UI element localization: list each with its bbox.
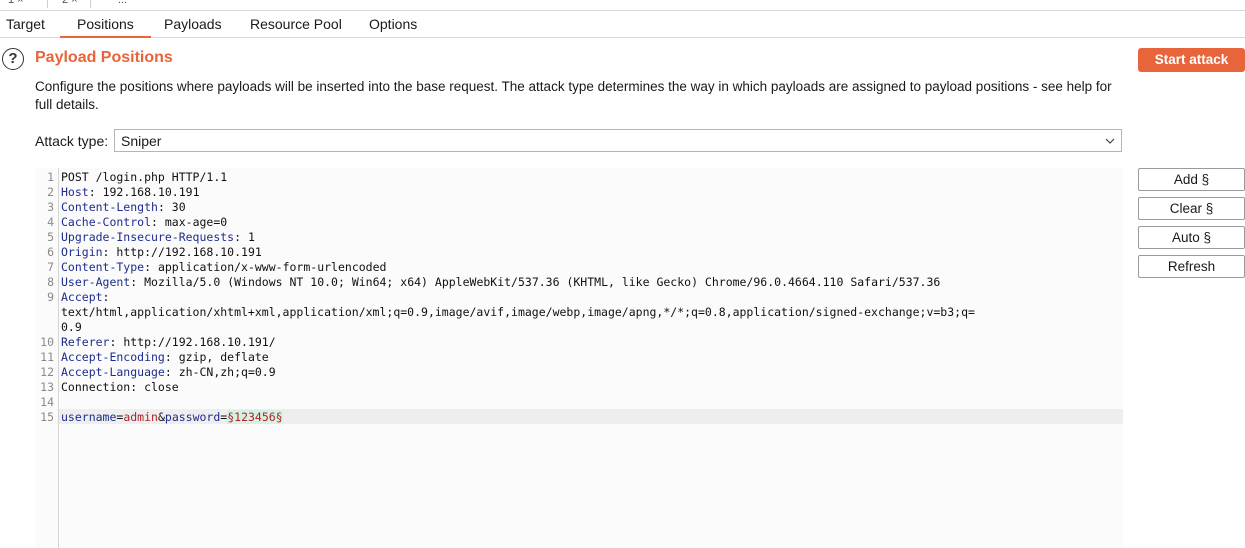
line-number: 2: [47, 185, 54, 199]
header-value: http://192.168.10.191/: [116, 335, 276, 349]
tab-options[interactable]: Options: [369, 11, 417, 37]
header-value: application/x-www-form-urlencoded: [151, 260, 387, 274]
header-key: Accept-Language: [61, 365, 165, 379]
header-key: Host: [61, 185, 89, 199]
header-line: Accept:: [61, 290, 110, 304]
attack-type-label: Attack type:: [35, 133, 109, 149]
line-number: 7: [47, 260, 54, 274]
header-value: 30: [164, 200, 186, 214]
header-key: User-Agent: [61, 275, 131, 289]
header-continuation: text/html,application/xhtml+xml,applicat…: [61, 305, 975, 319]
refresh-button[interactable]: Refresh: [1138, 255, 1245, 278]
line-number: 1: [47, 170, 54, 184]
start-attack-button[interactable]: Start attack: [1138, 48, 1245, 72]
header-key: Content-Length: [61, 200, 158, 214]
tab-positions[interactable]: Positions: [60, 11, 151, 38]
clear-marker-button[interactable]: Clear §: [1138, 197, 1245, 220]
header-line: Content-Type: application/x-www-form-url…: [61, 260, 387, 274]
line-number: 15: [40, 410, 54, 424]
param-separator: &: [157, 410, 165, 424]
tab-resource-pool[interactable]: Resource Pool: [250, 11, 342, 37]
param-value: admin: [123, 410, 158, 424]
auto-marker-button[interactable]: Auto §: [1138, 226, 1245, 249]
header-line: Origin: http://192.168.10.191: [61, 245, 262, 259]
header-line: Content-Length: 30: [61, 200, 186, 214]
header-key: Upgrade-Insecure-Requests: [61, 230, 235, 244]
header-line: Cache-Control: max-age=0: [61, 215, 228, 229]
param-key: username: [61, 410, 117, 424]
payload-marker[interactable]: §123456§: [227, 410, 283, 424]
header-value: zh-CN,zh;q=0.9: [171, 365, 276, 379]
header-line: User-Agent: Mozilla/5.0 (Windows NT 10.0…: [61, 275, 941, 289]
line-number: 4: [47, 215, 54, 229]
line-number: 5: [47, 230, 54, 244]
section-title: Payload Positions: [35, 49, 173, 66]
line-number: 6: [47, 245, 54, 259]
tab-target[interactable]: Target: [6, 11, 45, 37]
line-number-gutter: 1 2 3 4 5 6 7 8 9 10 11 12 13 14 15: [35, 168, 59, 548]
header-key: Content-Type: [61, 260, 145, 274]
header-line: Accept-Language: zh-CN,zh;q=0.9: [61, 365, 276, 379]
line-number: 12: [40, 365, 54, 379]
header-line: Referer: http://192.168.10.191/: [61, 335, 276, 349]
question-circle-icon[interactable]: ?: [2, 48, 24, 70]
header-key: Referer: [61, 335, 110, 349]
tab-payloads[interactable]: Payloads: [164, 11, 222, 37]
header-line: Upgrade-Insecure-Requests: 1: [61, 230, 255, 244]
chevron-down-icon: [1105, 138, 1115, 144]
request-tab-strip: 1 × 2 × ...: [0, 0, 1245, 11]
header-key: Accept: [61, 290, 103, 304]
request-line: POST /login.php HTTP/1.1: [61, 170, 228, 184]
header-continuation: 0.9: [61, 320, 82, 334]
request-tab-2[interactable]: 2 ×: [47, 0, 91, 8]
header-key: Origin: [61, 245, 103, 259]
request-tab-1[interactable]: 1 ×: [8, 0, 24, 8]
line-number: 10: [40, 335, 54, 349]
header-value: 192.168.10.191: [95, 185, 200, 199]
request-tab-more[interactable]: ...: [118, 0, 127, 8]
section-description: Configure the positions where payloads w…: [35, 79, 1112, 112]
add-marker-button[interactable]: Add §: [1138, 168, 1245, 191]
line-number: 3: [47, 200, 54, 214]
header-value: Mozilla/5.0 (Windows NT 10.0; Win64; x64…: [137, 275, 941, 289]
line-number: 11: [40, 350, 54, 364]
line-number: 8: [47, 275, 54, 289]
header-line: Accept-Encoding: gzip, deflate: [61, 350, 269, 364]
header-value: gzip, deflate: [171, 350, 269, 364]
header-key: Accept-Encoding: [61, 350, 165, 364]
intruder-tabs: Target Positions Payloads Resource Pool …: [0, 11, 1245, 38]
attack-type-select[interactable]: Sniper: [114, 129, 1122, 152]
line-number: 9: [47, 290, 54, 304]
header-line: Host: 192.168.10.191: [61, 185, 200, 199]
header-value: 1: [241, 230, 255, 244]
request-body: username=admin&password=§123456§: [61, 410, 283, 424]
header-value: max-age=0: [157, 215, 228, 229]
param-key: password: [164, 410, 221, 424]
header-key: Cache-Control: [61, 215, 152, 229]
attack-type-value: Sniper: [121, 133, 162, 149]
header-value: http://192.168.10.191: [109, 245, 262, 259]
line-number: 14: [40, 395, 54, 409]
line-number: 13: [40, 380, 54, 394]
connection-line: Connection: close: [61, 380, 179, 394]
request-editor[interactable]: 1 2 3 4 5 6 7 8 9 10 11 12 13 14 15 POST…: [35, 168, 1123, 548]
